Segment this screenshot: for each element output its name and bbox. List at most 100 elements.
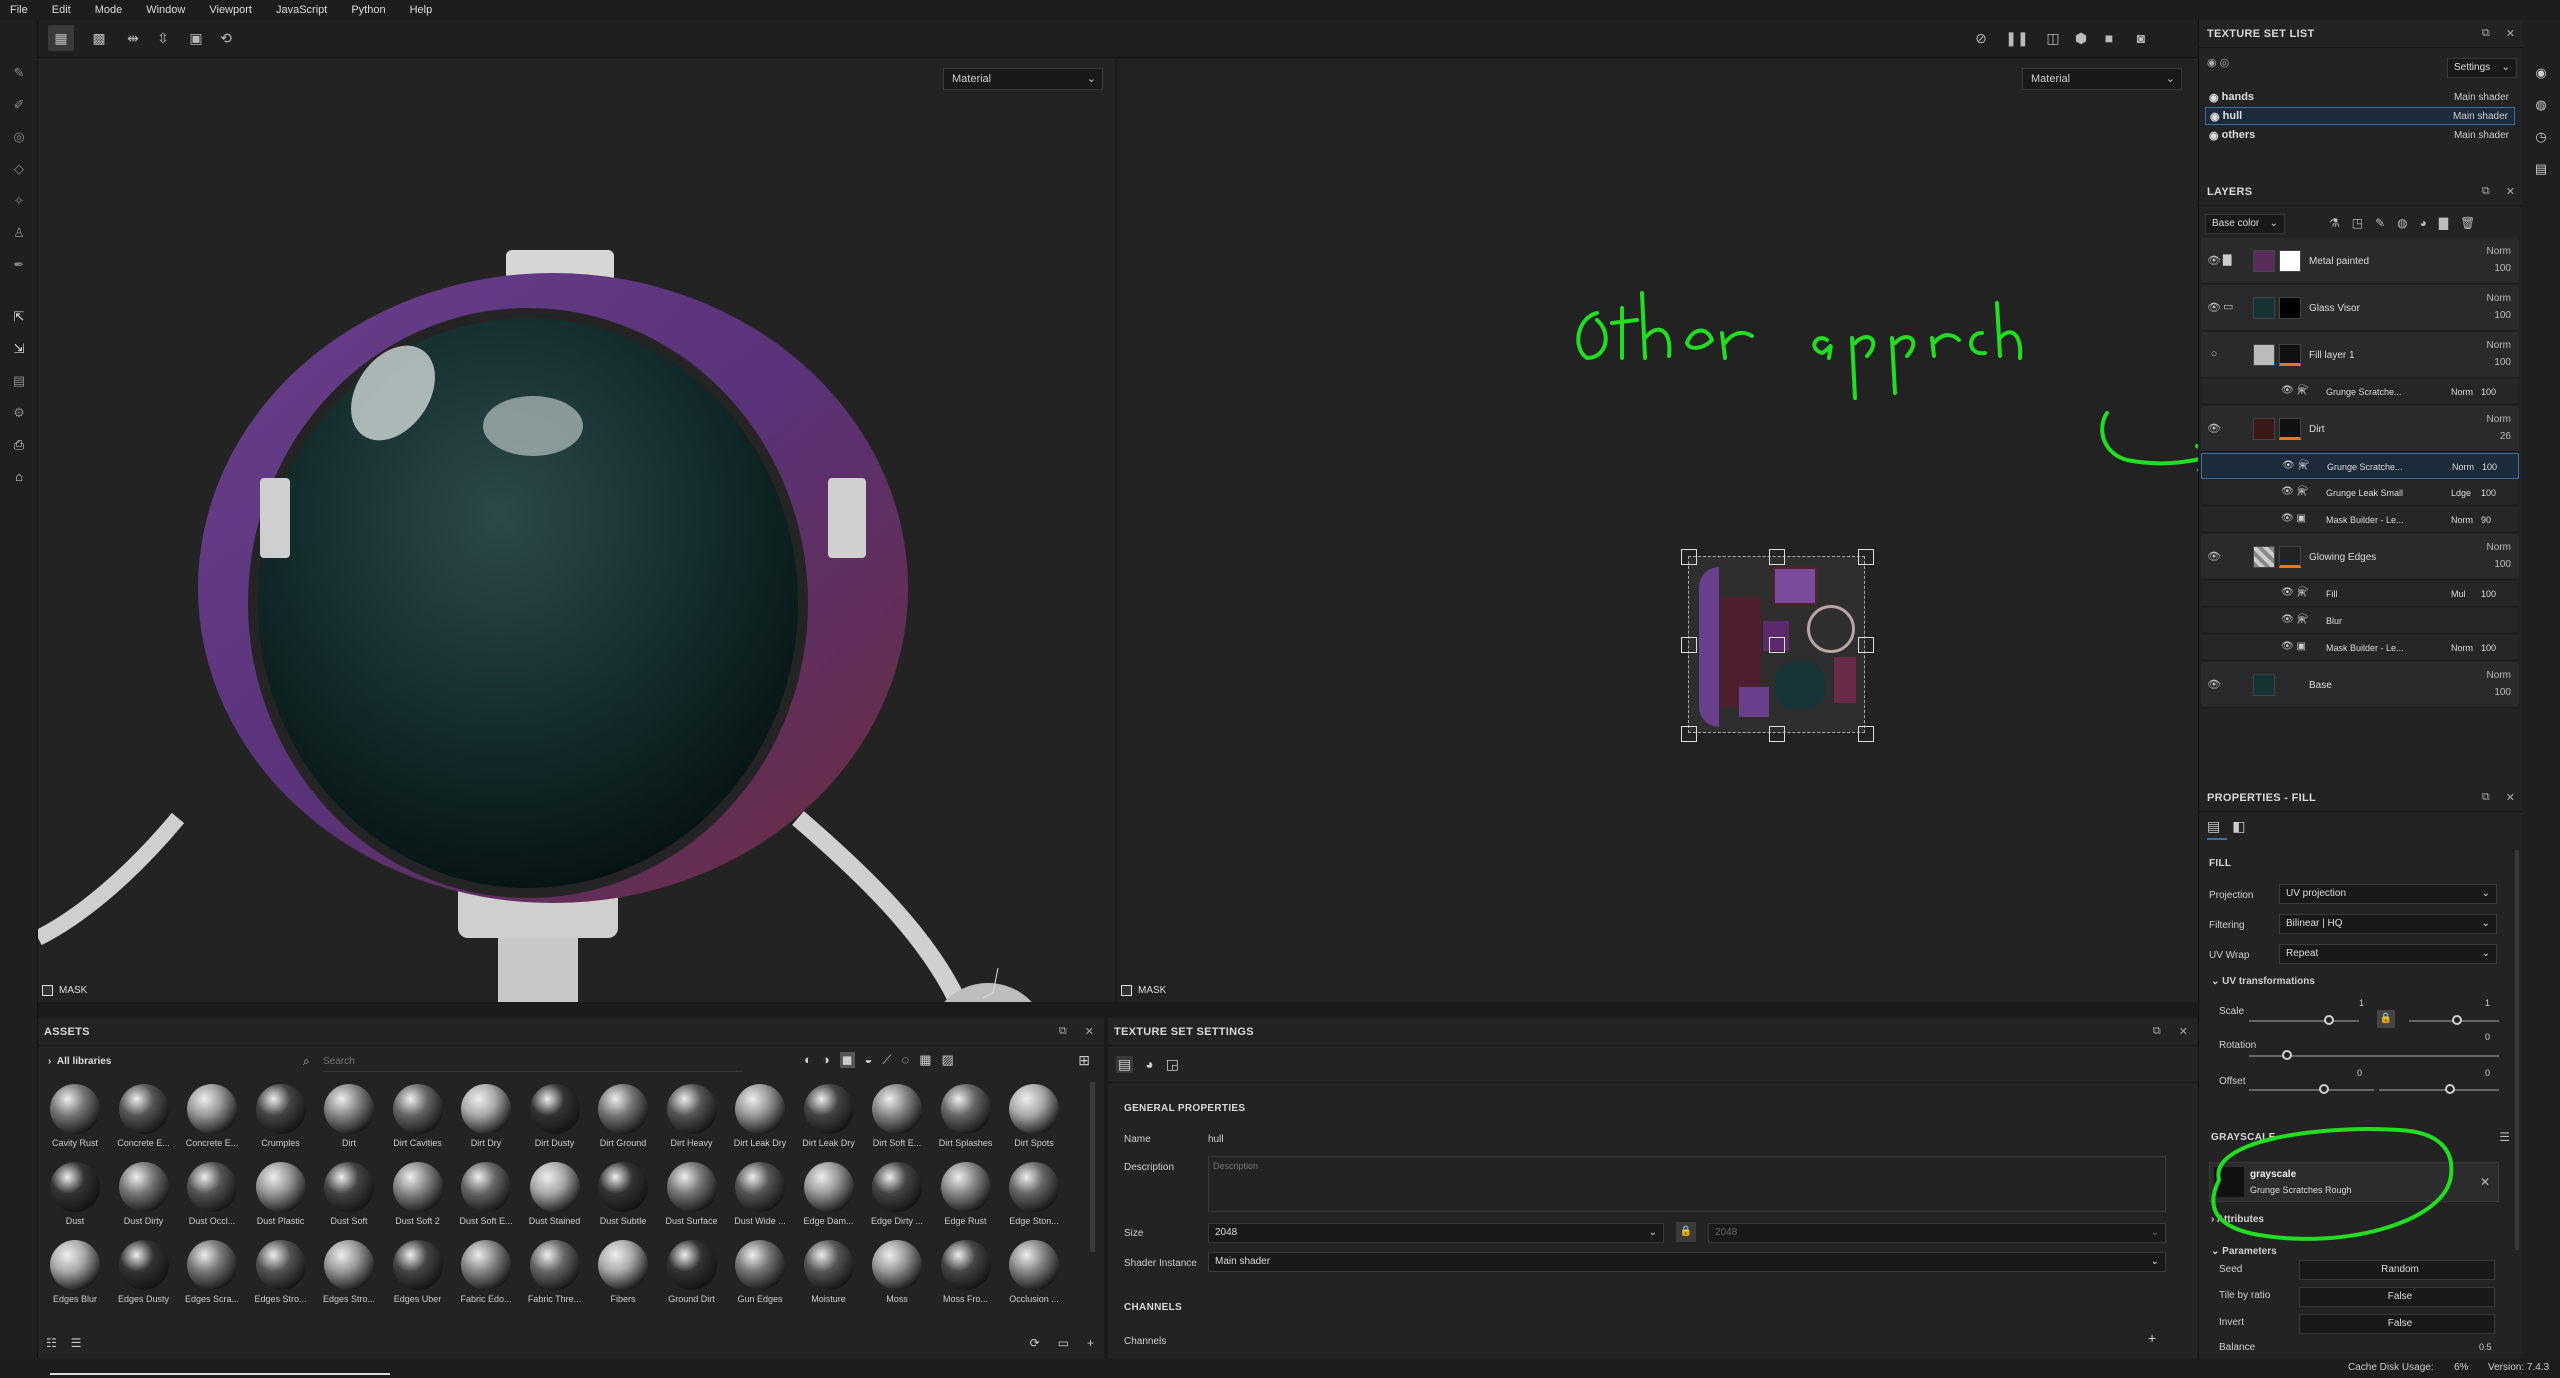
transform-handle[interactable] [1769, 549, 1785, 565]
screenshot-icon[interactable]: ◙ [2128, 25, 2154, 51]
mask-toggle-2d[interactable]: MASK [1121, 985, 1166, 996]
scale-slider[interactable] [2249, 1020, 2359, 1022]
uv-tab-icon[interactable]: ◲ [1166, 1056, 1179, 1073]
layer-opacity[interactable]: 100 [2494, 310, 2511, 321]
name-value[interactable]: hull [1208, 1134, 1224, 1145]
symmetry-x-icon[interactable]: ⇹ [120, 25, 146, 51]
settings-tab-icon[interactable]: ▤ [1116, 1056, 1134, 1073]
generator-filter-icon[interactable]: ◒ [865, 1052, 873, 1068]
asset-tile[interactable]: Dirt Soft E... [864, 1082, 930, 1162]
layer-opacity[interactable]: 100 [2494, 687, 2511, 698]
asset-tile[interactable]: Occlusion ... [1001, 1238, 1067, 1318]
layer-opacity[interactable]: 26 [2500, 431, 2511, 442]
asset-tile[interactable]: Gun Edges [727, 1238, 793, 1318]
symmetry-y-icon[interactable]: ⇳ [150, 25, 176, 51]
add-channel-icon[interactable]: + [2148, 1330, 2156, 1346]
asset-tile[interactable]: Crumples [248, 1082, 314, 1162]
polygon-fill-icon[interactable]: ◇ [8, 158, 30, 180]
asset-tile[interactable]: Dirt Leak Dry [727, 1082, 793, 1162]
cube-icon[interactable]: ⬢ [2068, 25, 2094, 51]
layer-opacity[interactable]: 100 [2494, 357, 2511, 368]
transform-handle[interactable] [1681, 637, 1697, 653]
measure-icon[interactable]: ▤ [8, 370, 30, 392]
asset-tile[interactable]: Dirt Splashes [933, 1082, 999, 1162]
lock-icon[interactable]: 🔒 [2377, 1010, 2395, 1028]
picker-icon[interactable]: ✒ [8, 254, 30, 276]
display-settings-icon[interactable]: ◉ [2530, 62, 2552, 84]
close-icon[interactable]: ✕ [1085, 1025, 1094, 1038]
effect-row[interactable]: 👁 ⚗ Grunge Leak Small Ldge 100 [2201, 480, 2519, 506]
effect-blend[interactable]: Norm [2451, 643, 2473, 653]
asset-tile[interactable]: Fabric Edo... [453, 1238, 519, 1318]
eye-icon[interactable]: 👁 [2207, 422, 2221, 436]
asset-tile[interactable]: Edges Stro... [248, 1238, 314, 1318]
sort-icon[interactable]: ☰ [71, 1336, 82, 1350]
close-icon[interactable]: ✕ [2506, 185, 2515, 198]
smart-material-icon[interactable]: ◕ [2420, 216, 2427, 230]
asset-tile[interactable]: Dirt Dry [453, 1082, 519, 1162]
grid-view-icon[interactable]: ▩ [86, 25, 112, 51]
attributes-toggle[interactable]: › Attributes [2211, 1214, 2264, 1225]
asset-tile[interactable]: Edge Dam... [796, 1160, 862, 1240]
layer-row[interactable]: 👁 Base Norm 100 [2201, 662, 2519, 708]
clone-icon[interactable]: ♙ [8, 222, 30, 244]
effect-opacity[interactable]: 100 [2482, 462, 2497, 472]
asset-tile[interactable]: Dust Dirty [111, 1160, 177, 1240]
texture-set-icon[interactable]: ◍ [2530, 94, 2552, 116]
effect-blend[interactable]: Norm [2452, 462, 2474, 472]
remove-icon[interactable]: ✕ [2480, 1175, 2490, 1189]
texture-set-row[interactable]: ◉ others Main shader [2205, 126, 2515, 144]
asset-tile[interactable]: Dust Plastic [248, 1160, 314, 1240]
brush-filter-icon[interactable]: ⟋ [882, 1052, 891, 1068]
viewport-2d[interactable]: Material ⌄ MASK [1117, 58, 2198, 1002]
fill-layer-icon[interactable]: ◍ [2397, 216, 2407, 230]
menu-help[interactable]: Help [410, 4, 433, 16]
effect-blend[interactable]: Norm [2451, 387, 2473, 397]
offset-slider-1-knob[interactable] [2319, 1084, 2329, 1094]
effect-opacity[interactable]: 100 [2481, 589, 2496, 599]
bake-icon[interactable]: ⇲ [8, 338, 30, 360]
scale-slider-2-knob[interactable] [2452, 1015, 2462, 1025]
texture-set-settings-select[interactable]: Settings ⌄ [2447, 58, 2517, 78]
asset-tile[interactable]: Ground Dirt [659, 1238, 725, 1318]
particle-filter-icon[interactable]: ◌ [901, 1052, 909, 1068]
asset-tile[interactable]: Dust Soft E... [453, 1160, 519, 1240]
asset-tile[interactable]: Edges Scra... [179, 1238, 245, 1318]
menu-python[interactable]: Python [351, 4, 385, 16]
pause-icon[interactable]: ❚❚ [2004, 25, 2030, 51]
layer-opacity[interactable]: 100 [2494, 559, 2511, 570]
eye-icon[interactable]: 👁 ▣ [2281, 641, 2306, 652]
asset-tile[interactable]: Cavity Rust [42, 1082, 108, 1162]
asset-tile[interactable]: Edge Ston... [1001, 1160, 1067, 1240]
smudge-icon[interactable]: ✧ [8, 190, 30, 212]
history-icon[interactable]: ◷ [2530, 126, 2552, 148]
eye-icon[interactable]: 👁 ⚗ [2282, 460, 2310, 471]
settings-tool-icon[interactable]: ⚙ [8, 402, 30, 424]
invert-toggle[interactable]: False [2299, 1314, 2495, 1334]
smart-material-filter-icon[interactable]: ◑ [822, 1052, 830, 1068]
eye-icon[interactable]: 👁 ▣ [2281, 513, 2306, 524]
menu-icon[interactable]: ☰ [2499, 1130, 2510, 1144]
menu-edit[interactable]: Edit [52, 4, 71, 16]
effect-blend[interactable]: Norm [2451, 515, 2473, 525]
transform-handle[interactable] [1681, 726, 1697, 742]
asset-tile[interactable]: Edge Dirty ... [864, 1160, 930, 1240]
asset-tile[interactable]: Dirt Cavities [385, 1082, 451, 1162]
video-icon[interactable]: ■ [2096, 25, 2122, 51]
menu-file[interactable]: File [10, 4, 28, 16]
material-tab-icon[interactable]: ◧ [2232, 818, 2245, 835]
menu-mode[interactable]: Mode [95, 4, 123, 16]
layer-row[interactable]: 👁 Glowing Edges Norm 100 [2201, 534, 2519, 580]
asset-tile[interactable]: Moisture [796, 1238, 862, 1318]
assets-scrollbar[interactable] [1090, 1082, 1095, 1252]
transform-icon[interactable]: ⇱ [8, 306, 30, 328]
grayscale-resource-slot[interactable]: grayscale Grunge Scratches Rough ✕ [2209, 1162, 2499, 1202]
eye-icon[interactable]: 👁 ⚗ [2281, 486, 2309, 497]
asset-tile[interactable]: Edges Blur [42, 1238, 108, 1318]
asset-tile[interactable]: Dust Soft 2 [385, 1160, 451, 1240]
scale-slider-knob[interactable] [2324, 1015, 2334, 1025]
library-selector[interactable]: › All libraries [48, 1056, 111, 1067]
close-icon[interactable]: ✕ [2506, 27, 2515, 40]
mask-toggle-3d[interactable]: MASK [42, 985, 87, 996]
eye-icon[interactable]: 👁 [2207, 550, 2221, 564]
